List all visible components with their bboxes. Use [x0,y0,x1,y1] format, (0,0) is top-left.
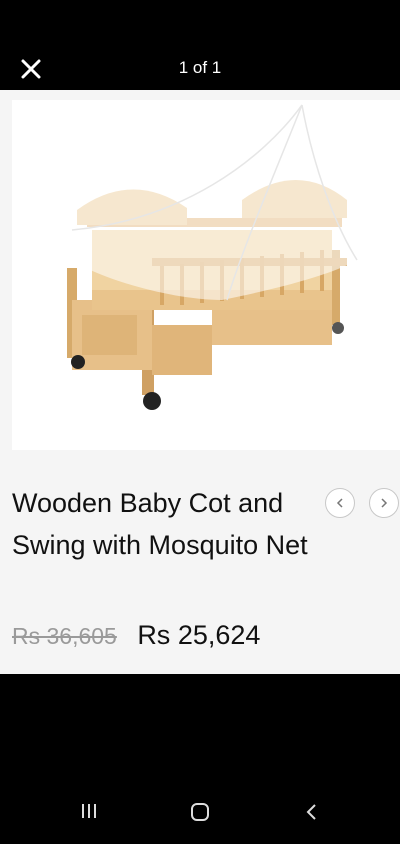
recents-icon [82,804,96,818]
product-image[interactable] [12,100,400,450]
product-content: Wooden Baby Cot and Swing with Mosquito … [0,90,400,674]
original-price: Rs 36,605 [12,623,117,649]
recents-button[interactable] [80,802,98,825]
back-icon [306,804,316,820]
sale-price: Rs 25,624 [137,620,261,650]
image-counter: 1 of 1 [178,58,222,77]
carousel-prev-button[interactable] [325,488,355,518]
system-navigation-bar [0,790,400,844]
product-title: Wooden Baby Cot and Swing with Mosquito … [12,488,308,560]
top-bar: 1 of 1 [0,0,400,90]
home-icon [191,803,209,821]
home-button[interactable] [190,802,210,827]
price-row: Rs 36,605 Rs 25,624 [12,620,260,651]
carousel-next-button[interactable] [369,488,399,518]
chevron-left-icon [336,498,343,508]
chevron-right-icon [381,498,388,508]
back-button[interactable] [303,802,323,827]
cot-illustration [62,104,358,410]
